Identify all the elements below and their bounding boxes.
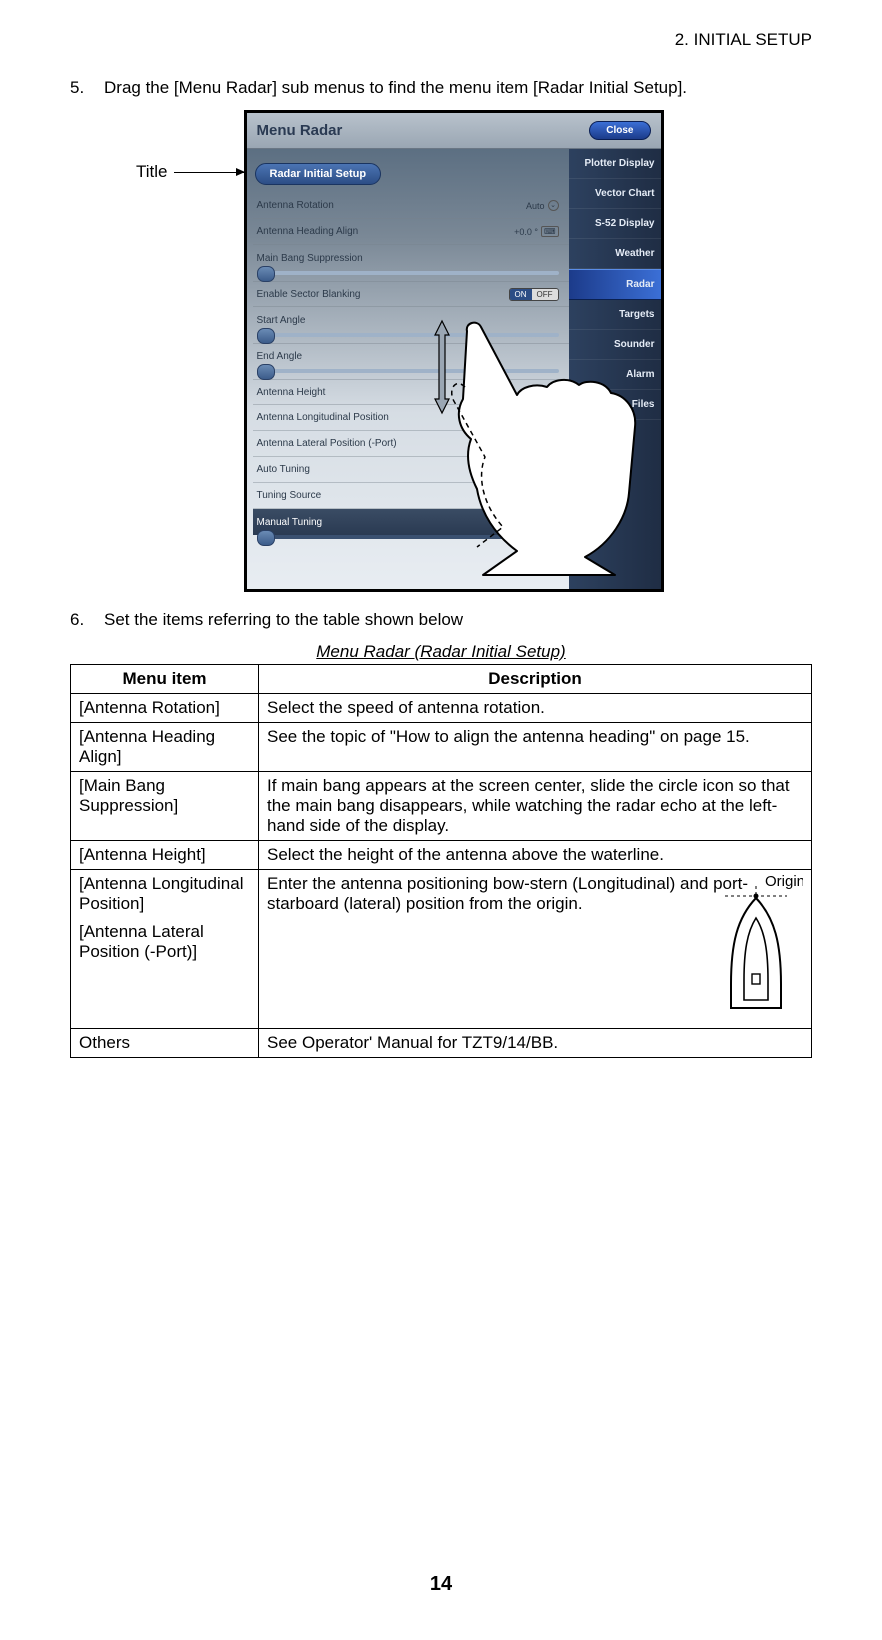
- cell-item: [Antenna Lateral Position (-Port)]: [71, 918, 259, 1028]
- cell-desc: See the topic of "How to align the anten…: [259, 723, 812, 772]
- cell-item: [Main Bang Suppression]: [71, 772, 259, 841]
- section-title: Radar Initial Setup: [255, 163, 382, 185]
- row-label: Start Angle: [257, 315, 306, 326]
- sidebar-item-plotter[interactable]: Plotter Display: [569, 149, 661, 179]
- row-value[interactable]: 3m: [546, 387, 559, 397]
- menu-row-antenna-height[interactable]: Antenna Height 3m: [253, 379, 569, 405]
- slider-end-angle[interactable]: [257, 369, 559, 373]
- page-number: 14: [0, 1573, 882, 1596]
- keypad-icon[interactable]: ⌨: [541, 226, 559, 237]
- menu-row-main-bang[interactable]: Main Bang Suppression: [253, 245, 569, 271]
- sidebar-item-files[interactable]: Files: [569, 390, 661, 420]
- slider-manual-tuning[interactable]: [257, 535, 559, 539]
- cell-desc: If main bang appears at the screen cente…: [259, 772, 812, 841]
- chevron-down-icon[interactable]: ⌄: [548, 490, 559, 501]
- row-value[interactable]: Range1⌄: [513, 490, 559, 501]
- origin-diagram-icon: Origin: [711, 874, 803, 1014]
- table-row: [Antenna Heading Align] See the topic of…: [71, 723, 812, 772]
- menu-row-lateral[interactable]: Antenna Lateral Position (-Port): [253, 431, 569, 457]
- cell-desc: Select the height of the antenna above t…: [259, 841, 812, 870]
- slider-start-angle[interactable]: [257, 333, 559, 337]
- toggle-sector-blanking[interactable]: ONOFF: [509, 288, 559, 301]
- menu-row-end-angle[interactable]: End Angle: [253, 343, 569, 369]
- cell-item: [Antenna Heading Align]: [71, 723, 259, 772]
- table-row: [Antenna Longitudinal Position] Enter th…: [71, 870, 812, 919]
- menu-row-sector-blanking[interactable]: Enable Sector Blanking ONOFF: [253, 281, 569, 307]
- sidebar-item-sounder[interactable]: Sounder: [569, 330, 661, 360]
- cell-desc: See Operator' Manual for TZT9/14/BB.: [259, 1028, 812, 1057]
- row-label: Tuning Source: [257, 490, 322, 501]
- step-text: Drag the [Menu Radar] sub menus to find …: [104, 78, 812, 98]
- row-label: Auto Tuning: [257, 464, 310, 475]
- sidebar-item-radar[interactable]: Radar: [569, 269, 661, 300]
- cell-item: Others: [71, 1028, 259, 1057]
- figure: Title Menu Radar Close Radar Initial Set…: [136, 110, 746, 592]
- row-label: Antenna Rotation: [257, 200, 334, 211]
- cell-desc: Select the speed of antenna rotation.: [259, 694, 812, 723]
- row-label: Main Bang Suppression: [257, 253, 363, 264]
- menu-row-manual-tuning[interactable]: Manual Tuning: [253, 509, 569, 535]
- cell-desc: Enter the antenna positioning bow-stern …: [259, 870, 812, 1029]
- chapter-header: 2. INITIAL SETUP: [70, 30, 812, 50]
- table-header-description: Description: [259, 665, 812, 694]
- row-value[interactable]: Auto⌄: [526, 200, 559, 211]
- step-text: Set the items referring to the table sho…: [104, 610, 812, 630]
- sidebar-item-weather[interactable]: Weather: [569, 239, 661, 269]
- row-label: Antenna Heading Align: [257, 226, 359, 237]
- side-nav: Plotter Display Vector Chart S-52 Displa…: [569, 149, 661, 589]
- menu-pane[interactable]: Radar Initial Setup Antenna Rotation Aut…: [247, 149, 569, 589]
- menu-row-antenna-rotation[interactable]: Antenna Rotation Auto⌄: [253, 193, 569, 219]
- close-button[interactable]: Close: [589, 121, 650, 140]
- row-label: End Angle: [257, 351, 303, 362]
- chevron-down-icon[interactable]: ⌄: [548, 200, 559, 211]
- arrow-icon: [174, 172, 244, 173]
- sidebar-item-targets[interactable]: Targets: [569, 300, 661, 330]
- slider-main-bang[interactable]: [257, 271, 559, 275]
- step-6: 6. Set the items referring to the table …: [70, 610, 812, 630]
- table-row: [Antenna Height] Select the height of th…: [71, 841, 812, 870]
- table-row: [Antenna Rotation] Select the speed of a…: [71, 694, 812, 723]
- table-title: Menu Radar (Radar Initial Setup): [70, 642, 812, 662]
- title-annotation: Title: [136, 162, 168, 182]
- step-number: 6.: [70, 610, 104, 630]
- sidebar-item-vector[interactable]: Vector Chart: [569, 179, 661, 209]
- window-title: Menu Radar: [257, 122, 343, 139]
- window-titlebar: Menu Radar Close: [247, 113, 661, 149]
- row-label: Antenna Lateral Position (-Port): [257, 438, 397, 449]
- table-row: [Main Bang Suppression] If main bang app…: [71, 772, 812, 841]
- cell-item: [Antenna Height]: [71, 841, 259, 870]
- origin-label: Origin: [765, 874, 803, 890]
- device-screenshot: Menu Radar Close Radar Initial Setup Ant…: [244, 110, 664, 592]
- row-value[interactable]: +0.0 °⌨: [514, 226, 558, 237]
- cell-item: [Antenna Longitudinal Position]: [71, 870, 259, 919]
- sidebar-item-s52[interactable]: S-52 Display: [569, 209, 661, 239]
- menu-row-longitudinal[interactable]: Antenna Longitudinal Position: [253, 405, 569, 431]
- row-label: Antenna Height: [257, 387, 326, 398]
- row-label: Manual Tuning: [257, 517, 323, 528]
- menu-row-heading-align[interactable]: Antenna Heading Align +0.0 °⌨: [253, 219, 569, 245]
- step-5: 5. Drag the [Menu Radar] sub menus to fi…: [70, 78, 812, 98]
- row-label: Enable Sector Blanking: [257, 289, 361, 300]
- menu-row-auto-tuning[interactable]: Auto Tuning ONOFF: [253, 457, 569, 483]
- menu-row-start-angle[interactable]: Start Angle: [253, 307, 569, 333]
- table-row: Others See Operator' Manual for TZT9/14/…: [71, 1028, 812, 1057]
- menu-row-tuning-source[interactable]: Tuning Source Range1⌄: [253, 483, 569, 509]
- cell-item: [Antenna Rotation]: [71, 694, 259, 723]
- table-header-item: Menu item: [71, 665, 259, 694]
- sidebar-item-alarm[interactable]: Alarm: [569, 360, 661, 390]
- row-label: Antenna Longitudinal Position: [257, 412, 389, 423]
- step-number: 5.: [70, 78, 104, 98]
- toggle-auto-tuning[interactable]: ONOFF: [509, 463, 559, 476]
- settings-table: Menu item Description [Antenna Rotation]…: [70, 664, 812, 1058]
